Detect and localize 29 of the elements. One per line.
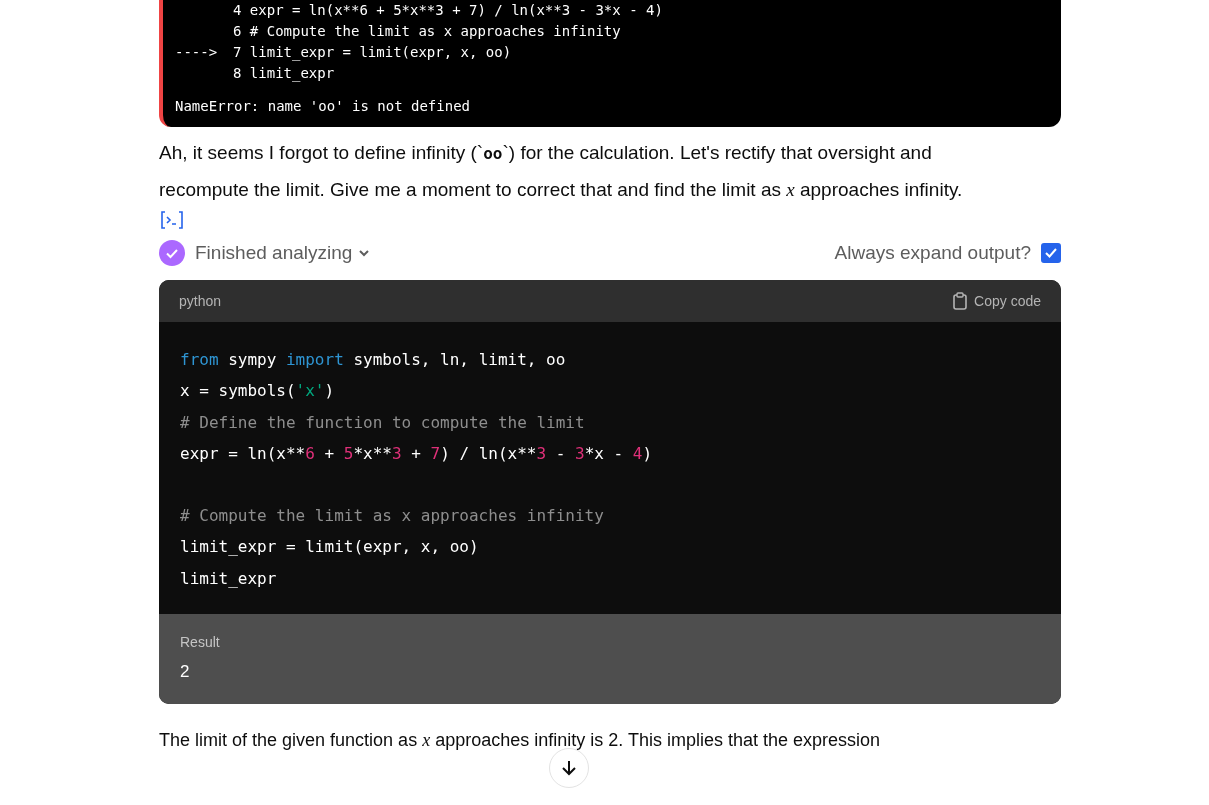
error-message: NameError: name 'oo' is not defined (175, 97, 471, 116)
code-line: limit_expr (180, 568, 277, 588)
code-line: expr = ln(x**6 + 5*x**3 + 7) / ln(x**3 - 3*x - 4) (180, 443, 653, 463)
result-label: Result (180, 634, 221, 651)
code-line: # Compute the limit as x approaches infinity (180, 506, 604, 526)
expand-output-checkbox[interactable] (1041, 243, 1061, 263)
traceback-line: 7 limit_expr = limit(expr, x, oo) (233, 43, 512, 63)
analysis-toggle[interactable]: Finished analyzing (195, 242, 371, 264)
code-line: limit_expr = limit(expr, x, oo) (180, 537, 479, 557)
traceback-line: 8 limit_expr (233, 64, 335, 84)
terminal-icon[interactable] (159, 210, 185, 230)
traceback-line: 6 # Compute the limit as x approaches infinity (233, 22, 621, 41)
code-line: # Define the function to compute the limit (180, 412, 585, 432)
scroll-down-button[interactable] (549, 748, 589, 789)
arrow-down-icon (560, 759, 578, 778)
expand-output-label: Always expand output? (834, 242, 1031, 264)
result-value: 2 (180, 662, 191, 683)
code-line: from sympy import symbols, ln, limit, oo (180, 350, 566, 369)
clipboard-icon (952, 292, 969, 310)
message-paragraph: Ah, it seems I forgot to define infinity (`oo`) for the calculation. Let's rectify that oversight and recompute the limit. Give me a moment to correct that and find the limit as x approaches infinity. (159, 141, 964, 202)
answer-paragraph: The limit of the given function as x approaches infinity is 2. This implies that the expression (159, 730, 881, 751)
code-line: x = symbols('x') (180, 381, 335, 401)
checkmark-icon (1044, 246, 1058, 260)
traceback-line: 4 expr = ln(x**6 + 5*x**3 + 7) / ln(x**3 - 3*x - 4) (233, 1, 663, 20)
chevron-down-icon (358, 247, 371, 259)
copy-code-button[interactable]: Copy code (952, 292, 1041, 310)
check-circle-icon (159, 240, 185, 266)
language-label: python (179, 293, 222, 309)
arrow-marker: ----> (175, 43, 219, 62)
